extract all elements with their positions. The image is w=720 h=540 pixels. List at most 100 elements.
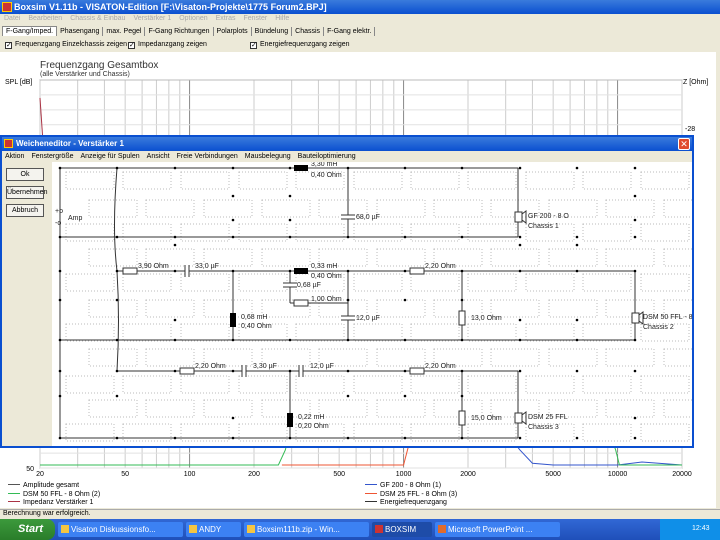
node-dot xyxy=(403,298,407,302)
resistor-r2b[interactable] xyxy=(293,299,309,307)
node-dot xyxy=(633,235,637,239)
placeholder-slot xyxy=(353,273,403,292)
menu-extras[interactable]: Extras xyxy=(216,15,236,22)
menu-bauteiloptimierung[interactable]: Bauteiloptimierung xyxy=(298,153,356,160)
label-l2b-value: 0,68 mH xyxy=(241,314,267,321)
dialog-menu-bar: Aktion Fenstergröße Anzeige für Spulen Ansi… xyxy=(2,151,692,162)
speaker-chassis-2[interactable] xyxy=(631,311,644,325)
resistor-r3c[interactable] xyxy=(458,410,466,426)
node-dot xyxy=(460,369,464,373)
placeholder-slot xyxy=(663,348,713,367)
inductor-l3[interactable] xyxy=(287,413,293,427)
cancel-button[interactable]: Abbruch xyxy=(6,204,44,217)
node-dot xyxy=(460,298,464,302)
capacitor-c3b[interactable] xyxy=(298,365,304,377)
tab-fgang-richtungen[interactable]: F-Gang Richtungen xyxy=(145,27,214,36)
placeholder-slot xyxy=(295,323,345,342)
node-dot xyxy=(403,394,407,398)
resistor-r2d[interactable] xyxy=(458,310,466,326)
apply-button[interactable]: Übernehmen xyxy=(6,186,47,199)
menu-bearbeiten[interactable]: Bearbeiten xyxy=(28,15,62,22)
node-dot xyxy=(231,338,235,342)
resistor-r3b[interactable] xyxy=(409,367,425,375)
checkbox-label: Impedanzgang zeigen xyxy=(138,41,207,48)
tab-polarplots[interactable]: Polarplots xyxy=(214,27,252,36)
tab-fgang-imped[interactable]: F-Gang/Imped. xyxy=(2,26,58,36)
close-icon[interactable]: ✕ xyxy=(678,138,690,150)
dialog-title-bar[interactable]: Weicheneditor - Verstärker 1 xyxy=(2,137,692,151)
schematic-canvas[interactable]: 3,30 mH 0,40 Ohm 68,0 µF GF 200 - 8 O Chassi… xyxy=(52,161,713,446)
placeholder-slot xyxy=(122,223,172,242)
resistor-r2a[interactable] xyxy=(122,267,138,275)
placeholder-slot xyxy=(65,323,115,342)
node-dot xyxy=(633,194,637,198)
capacitor-c2b[interactable] xyxy=(283,282,297,288)
placeholder-slot xyxy=(122,323,172,342)
checkbox-einzelchassis[interactable]: ✓ Frequenzgang Einzelchassis zeigen xyxy=(5,41,127,49)
node-dot xyxy=(346,269,350,273)
node-dot xyxy=(115,436,119,440)
menu-hilfe[interactable]: Hilfe xyxy=(275,15,289,22)
resistor-r3a[interactable] xyxy=(179,367,195,375)
menu-bar: Datei Bearbeiten Chassis & Einbau Verstärke… xyxy=(0,14,720,25)
capacitor-c2c[interactable] xyxy=(341,315,355,321)
menu-datei[interactable]: Datei xyxy=(4,15,20,22)
menu-fenstergroesse[interactable]: Fenstergröße xyxy=(31,153,73,160)
menu-verstaerker[interactable]: Verstärker 1 xyxy=(133,15,171,22)
menu-fenster[interactable]: Fenster xyxy=(243,15,267,22)
menu-optionen[interactable]: Optionen xyxy=(179,15,207,22)
taskbar-item-powerpoint[interactable]: Microsoft PowerPoint ... xyxy=(435,522,560,537)
node-dot xyxy=(633,269,637,273)
capacitor-c2a[interactable] xyxy=(184,265,190,277)
tab-chassis[interactable]: Chassis xyxy=(292,27,325,36)
node-dot xyxy=(346,394,350,398)
capacitor-c1[interactable] xyxy=(341,214,355,220)
tab-max-pegel[interactable]: max. Pegel xyxy=(103,27,146,36)
checkbox-energie[interactable]: ✓ Energiefrequenzgang zeigen xyxy=(250,41,350,49)
crossover-schematic[interactable]: 3,30 mH 0,40 Ohm 68,0 µF GF 200 - 8 O Chassi… xyxy=(52,161,713,446)
placeholder-slot xyxy=(605,199,655,218)
node-dot xyxy=(403,235,407,239)
menu-chassis[interactable]: Chassis & Einbau xyxy=(70,15,125,22)
tab-buendelung[interactable]: Bündelung xyxy=(252,27,293,36)
taskbar-item-andy[interactable]: ANDY xyxy=(186,522,241,537)
app-title: Boxsim V1.11b - VISATON-Edition [F:\Visa… xyxy=(14,2,327,12)
speaker-chassis-3[interactable] xyxy=(514,411,527,425)
tab-fgang-elektr[interactable]: F-Gang elektr. xyxy=(324,27,376,36)
resistor-r2c[interactable] xyxy=(409,267,425,275)
menu-anzeige-spulen[interactable]: Anzeige für Spulen xyxy=(81,153,140,160)
ok-button[interactable]: Ok xyxy=(6,168,44,181)
node-dot xyxy=(460,394,464,398)
node-dot xyxy=(115,338,119,342)
start-button[interactable]: Start xyxy=(0,519,55,540)
taskbar-item-visaton[interactable]: Visaton Diskussionsfo... xyxy=(58,522,183,537)
placeholder-slot xyxy=(145,199,195,218)
inductor-l2a[interactable] xyxy=(294,268,308,274)
inductor-l1[interactable] xyxy=(294,165,308,171)
node-dot xyxy=(575,243,579,247)
capacitor-c3a[interactable] xyxy=(241,365,247,377)
menu-ansicht[interactable]: Ansicht xyxy=(147,153,170,160)
node-dot xyxy=(231,436,235,440)
placeholder-slot xyxy=(582,223,632,242)
node-dot xyxy=(518,166,522,170)
node-dot xyxy=(288,235,292,239)
menu-mausbelegung[interactable]: Mausbelegung xyxy=(245,153,291,160)
speaker-chassis-1[interactable] xyxy=(514,210,527,224)
node-dot xyxy=(115,269,119,273)
label-r2b: 1,00 Ohm xyxy=(311,296,342,303)
x-tick-label: 200 xyxy=(248,471,260,478)
node-dot xyxy=(231,166,235,170)
taskbar-item-boxsim[interactable]: BOXSIM xyxy=(372,522,432,537)
node-dot xyxy=(231,194,235,198)
menu-aktion[interactable]: Aktion xyxy=(5,153,24,160)
label-l3-value: 0,22 mH xyxy=(298,414,324,421)
node-dot xyxy=(115,235,119,239)
label-amp: Amp xyxy=(68,215,83,222)
tab-phasengang[interactable]: Phasengang xyxy=(57,27,104,36)
inductor-l2b[interactable] xyxy=(230,313,236,327)
taskbar-item-boxsim-zip[interactable]: Boxsim111b.zip - Win... xyxy=(244,522,369,537)
label-c2a: 33,0 µF xyxy=(195,263,219,270)
checkbox-impedanz[interactable]: ✓ Impedanzgang zeigen xyxy=(128,41,207,49)
menu-freie-verbindungen[interactable]: Freie Verbindungen xyxy=(177,153,238,160)
